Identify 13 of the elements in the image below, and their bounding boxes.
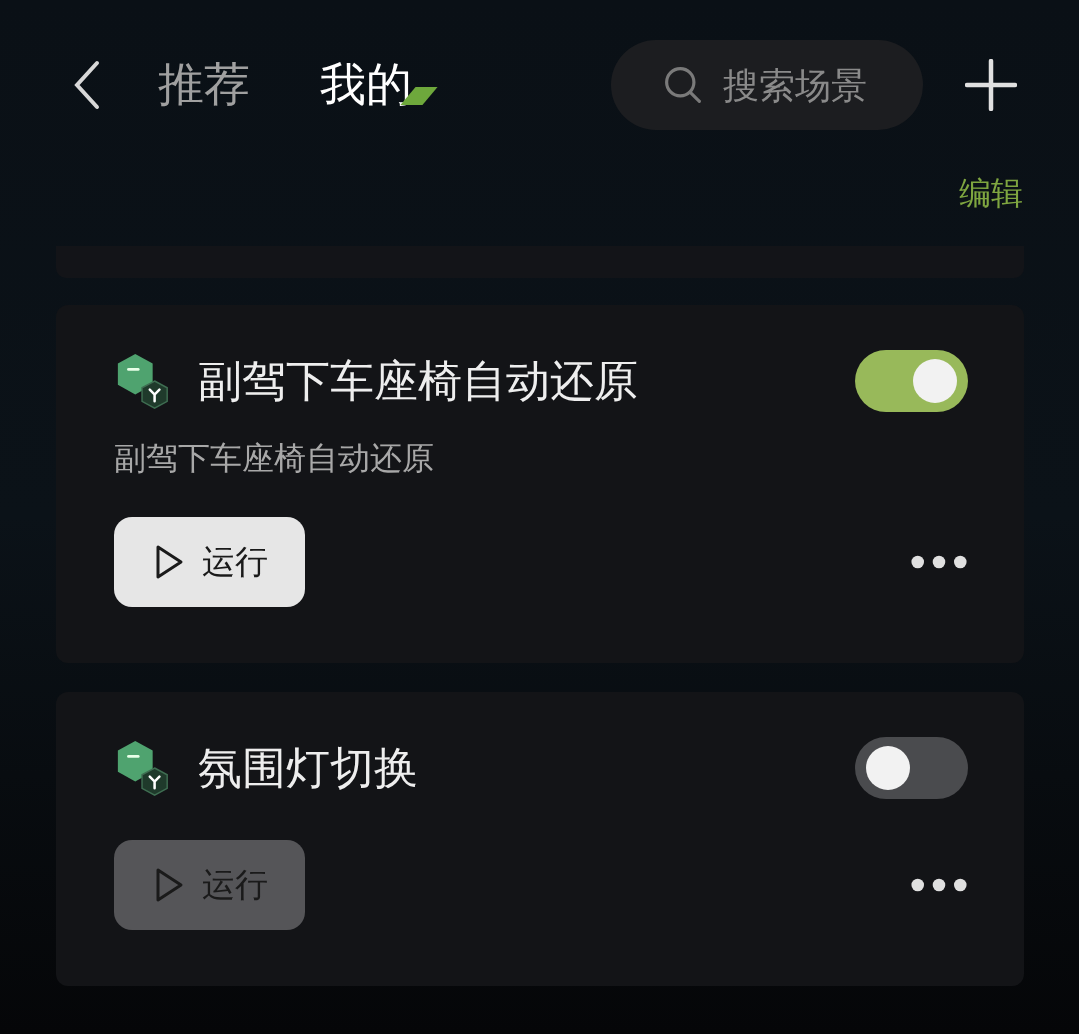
scene-description: 副驾下车座椅自动还原	[114, 438, 435, 479]
edit-link[interactable]: 编辑	[959, 172, 1023, 216]
scene-title: 氛围灯切换	[198, 740, 418, 795]
play-icon	[154, 867, 184, 903]
search-field[interactable]: 搜索场景	[611, 40, 923, 130]
run-button[interactable]: 运行	[114, 517, 305, 607]
tab[interactable]: 推荐	[158, 55, 250, 115]
scene-title: 副驾下车座椅自动还原	[198, 353, 638, 408]
back-icon[interactable]	[72, 60, 102, 110]
play-icon	[154, 544, 184, 580]
more-icon[interactable]	[910, 877, 968, 893]
add-icon[interactable]	[965, 59, 1017, 111]
more-icon[interactable]	[910, 554, 968, 570]
